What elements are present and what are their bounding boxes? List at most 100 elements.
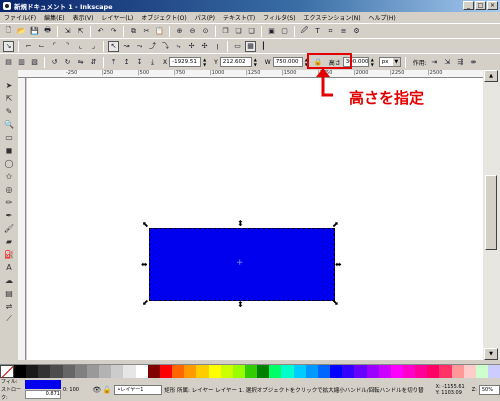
color-swatch[interactable] [26, 365, 39, 378]
color-swatch[interactable] [378, 365, 391, 378]
text-font-icon[interactable]: T [312, 26, 323, 37]
menu-extensions[interactable]: エクステンション(N) [304, 13, 361, 22]
snap-nodes-icon[interactable]: ↖ [108, 40, 119, 52]
snap-bbox-corner-icon[interactable]: ⌜ [49, 41, 60, 52]
snap-paths-icon[interactable]: ↝ [121, 41, 132, 52]
color-swatch[interactable] [451, 365, 464, 378]
color-swatch[interactable] [439, 365, 452, 378]
paste-icon[interactable]: 📋 [154, 26, 165, 37]
eraser-tool-icon[interactable]: ▰ [3, 235, 15, 247]
resize-handle-bottom[interactable]: ⬍ [237, 301, 244, 309]
undo-icon[interactable]: ↶ [95, 26, 106, 37]
print-icon[interactable]: 🖶 [42, 26, 53, 37]
color-swatch[interactable] [317, 365, 331, 378]
snap-object-center-icon[interactable]: ✢ [186, 41, 197, 52]
lower-bottom-icon[interactable]: ⤓ [147, 57, 158, 68]
snap-text-baseline-icon[interactable]: ꞁ [212, 41, 223, 52]
snap-page-border-icon[interactable]: ▭ [232, 41, 243, 52]
color-swatch[interactable] [390, 365, 403, 378]
spray-tool-icon[interactable]: ☁ [3, 274, 15, 286]
group-icon[interactable]: ▣ [266, 26, 277, 37]
color-swatch[interactable] [74, 365, 87, 378]
color-swatch[interactable] [463, 365, 476, 378]
color-swatch[interactable] [475, 365, 489, 378]
fill-stroke-icon[interactable]: 🖉 [299, 26, 310, 37]
transform-pattern-icon[interactable]: ⇻ [468, 57, 479, 68]
scale-corners-icon[interactable]: ⇲ [442, 57, 453, 68]
layer-select[interactable]: •レイヤー1 [114, 384, 163, 395]
ellipse-tool-icon[interactable]: ◯ [3, 157, 15, 169]
color-swatch[interactable] [281, 365, 294, 378]
flip-vertical-icon[interactable]: ⇵ [88, 57, 99, 68]
dropper-tool-icon[interactable]: ⟋ [3, 313, 15, 325]
eye-icon[interactable]: 👁 [92, 384, 102, 395]
color-swatch[interactable] [232, 365, 245, 378]
zoom-page-icon[interactable]: ⊙ [200, 26, 211, 37]
resize-handle-top-left[interactable]: ⬉ [142, 221, 149, 229]
align-icon[interactable]: ≡ [338, 26, 349, 37]
color-swatch[interactable] [488, 365, 500, 378]
scroll-thumb[interactable] [485, 175, 497, 250]
select-all-icon[interactable]: ▤ [3, 57, 14, 68]
color-swatch[interactable] [99, 365, 112, 378]
text-tool-icon[interactable]: A [3, 261, 15, 273]
raise-top-icon[interactable]: ⤒ [108, 57, 119, 68]
snap-rotation-center-icon[interactable]: ✣ [199, 41, 210, 52]
calligraphy-tool-icon[interactable]: 🖌 [3, 222, 15, 234]
color-swatch[interactable] [244, 365, 258, 378]
color-swatch[interactable] [196, 365, 209, 378]
menu-filters[interactable]: フィルタ(S) [263, 13, 295, 22]
fill-swatch[interactable] [24, 379, 61, 389]
connector-tool-icon[interactable]: ⇌ [3, 300, 15, 312]
unit-select[interactable]: px ▼ [378, 57, 401, 67]
color-swatch[interactable] [305, 365, 318, 378]
color-swatch[interactable] [342, 365, 355, 378]
minimize-button[interactable]: _ [463, 1, 474, 10]
resize-handle-left[interactable]: ⬌ [141, 261, 148, 269]
color-swatch[interactable] [366, 365, 379, 378]
zoom-drawing-icon[interactable]: ⊖ [187, 26, 198, 37]
tweak-tool-icon[interactable]: ✎ [3, 105, 15, 117]
no-paint-swatch[interactable] [0, 365, 14, 378]
x-field[interactable]: -1929.51 [169, 57, 202, 67]
zoom-tool-icon[interactable]: 🔍 [3, 118, 15, 130]
ungroup-icon[interactable]: ▢ [279, 26, 290, 37]
resize-handle-top-right[interactable]: ⬈ [332, 221, 339, 229]
color-swatch[interactable] [172, 365, 185, 378]
snap-bbox-edge-icon[interactable]: ⌙ [36, 41, 47, 52]
drawing-canvas[interactable] [27, 78, 483, 360]
color-swatch[interactable] [403, 365, 416, 378]
zoom-field[interactable]: 50% [478, 384, 500, 395]
import-icon[interactable]: ⇲ [62, 26, 73, 37]
color-swatch[interactable] [220, 365, 233, 378]
color-swatch[interactable] [293, 365, 306, 378]
spiral-tool-icon[interactable]: ◎ [3, 183, 15, 195]
raise-icon[interactable]: ↥ [121, 57, 132, 68]
menu-edit[interactable]: 編集(E) [44, 13, 64, 22]
snap-smooth-icon[interactable]: ⤵ [160, 41, 171, 52]
export-icon[interactable]: ⇱ [75, 26, 86, 37]
copy-icon[interactable]: ⧉ [128, 26, 139, 37]
new-document-icon[interactable]: 🗋 [3, 26, 14, 37]
scroll-up-button[interactable]: ▲ [484, 70, 498, 82]
redo-icon[interactable]: ↷ [108, 26, 119, 37]
color-swatch[interactable] [38, 365, 51, 378]
menu-file[interactable]: ファイル(F) [4, 13, 36, 22]
snap-bbox-icon[interactable]: ⌐ [23, 41, 34, 52]
width-field[interactable]: 750.000 [272, 57, 303, 67]
snap-cusp-icon[interactable]: ⤴ [147, 41, 158, 52]
color-swatch[interactable] [135, 365, 148, 378]
snap-intersections-icon[interactable]: ⤳ [134, 41, 145, 52]
flip-horizontal-icon[interactable]: ⇋ [75, 57, 86, 68]
deselect-icon[interactable]: ▧ [29, 57, 40, 68]
resize-handle-right[interactable]: ⬌ [335, 261, 342, 269]
color-swatch[interactable] [14, 365, 27, 378]
rotate-ccw-icon[interactable]: ↺ [49, 57, 60, 68]
color-swatch[interactable] [427, 365, 440, 378]
select-all-layers-icon[interactable]: ▥ [16, 57, 27, 68]
maximize-button[interactable]: □ [475, 1, 486, 10]
menu-view[interactable]: 表示(V) [73, 13, 94, 22]
node-tool-icon[interactable]: ⇱ [3, 92, 15, 104]
menu-object[interactable]: オブジェクト(O) [141, 13, 186, 22]
clone-icon[interactable]: ❏ [233, 26, 244, 37]
